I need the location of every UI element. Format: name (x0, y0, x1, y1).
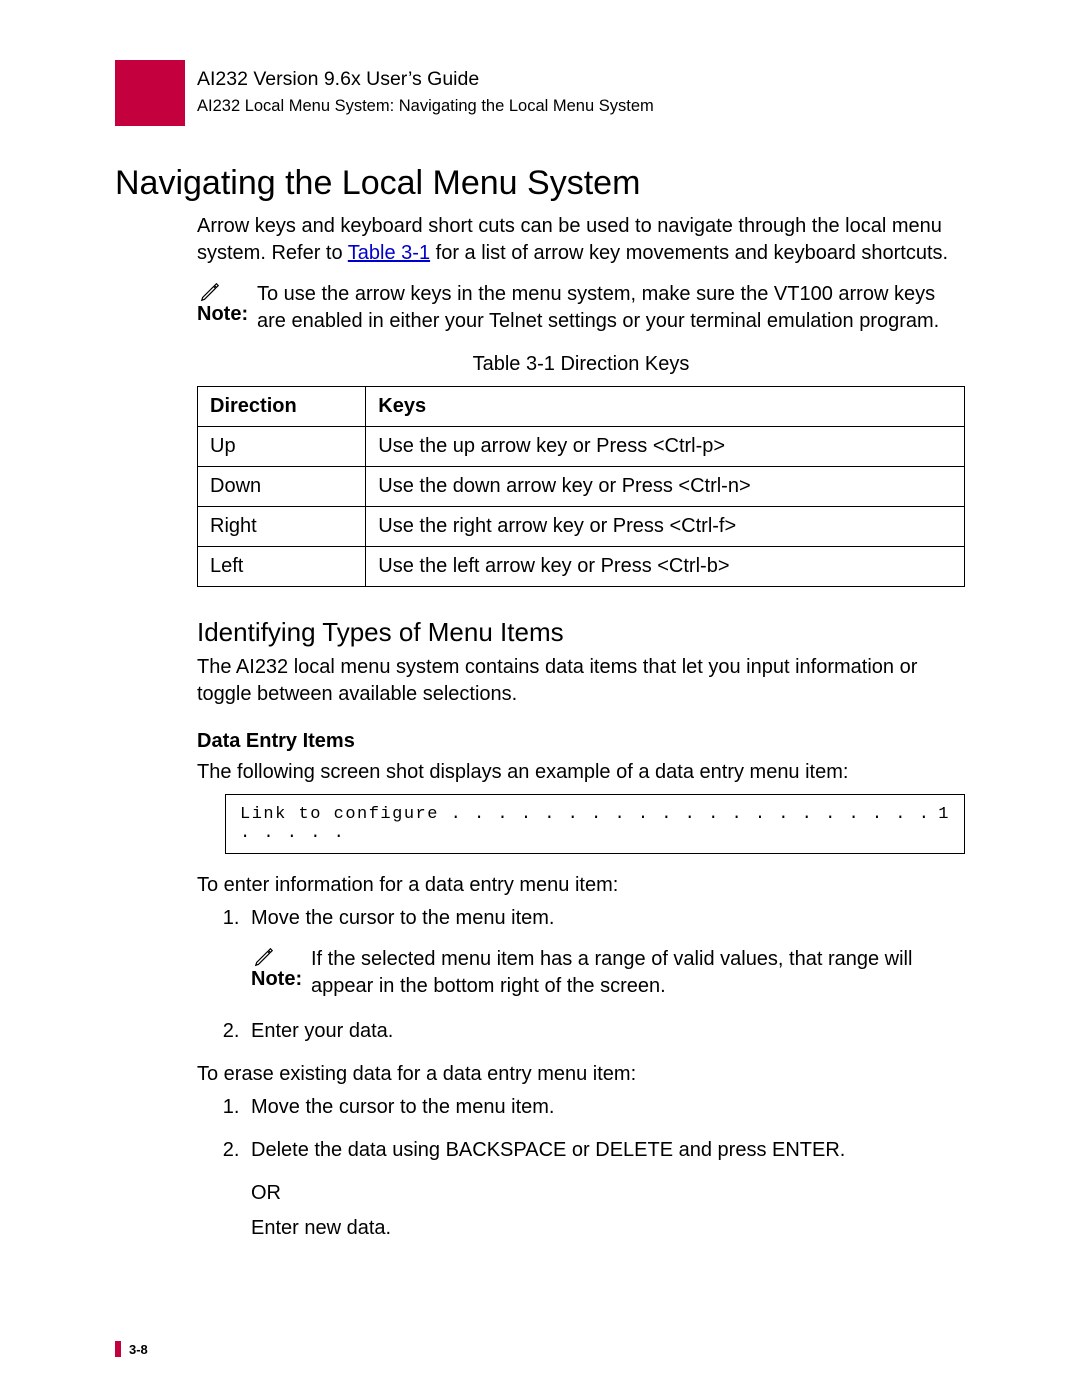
erase-steps-list: Move the cursor to the menu item. Delete… (197, 1094, 965, 1242)
footer-accent-icon (115, 1341, 121, 1357)
page-number: 3-8 (129, 1342, 148, 1357)
table-row: LeftUse the left arrow key or Press <Ctr… (198, 547, 965, 587)
enter-intro: To enter information for a data entry me… (197, 872, 965, 899)
cell-direction: Up (198, 427, 366, 467)
cell-direction: Down (198, 467, 366, 507)
list-item: Enter your data. (245, 1018, 965, 1045)
step-text: Enter your data. (251, 1020, 393, 1042)
section-paragraph: The AI232 local menu system contains dat… (197, 654, 965, 708)
cell-direction: Right (198, 507, 366, 547)
breadcrumb: AI232 Local Menu System: Navigating the … (197, 95, 654, 118)
direction-keys-table: Direction Keys UpUse the up arrow key or… (197, 386, 965, 587)
code-label: Link to configure . . . . . . . . . . . … (240, 805, 938, 843)
page-footer: 3-8 (115, 1341, 148, 1357)
cell-direction: Left (198, 547, 366, 587)
section-heading: Identifying Types of Menu Items (197, 617, 965, 648)
note-label: Note: (197, 303, 248, 325)
list-item: Move the cursor to the menu item. (245, 1094, 965, 1121)
subsection-paragraph: The following screen shot displays an ex… (197, 759, 965, 786)
brand-square-icon (115, 60, 185, 126)
table-header-keys: Keys (366, 387, 965, 427)
cell-keys: Use the right arrow key or Press <Ctrl-f… (366, 507, 965, 547)
doc-title: AI232 Version 9.6x User’s Guide (197, 66, 654, 93)
cell-keys: Use the left arrow key or Press <Ctrl-b> (366, 547, 965, 587)
cell-keys: Use the down arrow key or Press <Ctrl-n> (366, 467, 965, 507)
step-alt: Enter new data. (251, 1215, 965, 1242)
table-link[interactable]: Table 3-1 (348, 242, 430, 264)
note-label: Note: (251, 968, 302, 990)
code-value: 1 (938, 805, 950, 843)
code-example-box: Link to configure . . . . . . . . . . . … (225, 794, 965, 854)
step-or: OR (251, 1180, 965, 1207)
table-row: RightUse the right arrow key or Press <C… (198, 507, 965, 547)
note-block: Note: If the selected menu item has a ra… (251, 946, 965, 1000)
list-item: Move the cursor to the menu item. Note: … (245, 905, 965, 1000)
cell-keys: Use the up arrow key or Press <Ctrl-p> (366, 427, 965, 467)
table-row: UpUse the up arrow key or Press <Ctrl-p> (198, 427, 965, 467)
intro-text-post: for a list of arrow key movements and ke… (430, 242, 948, 264)
pencil-icon (253, 946, 275, 968)
note-text: If the selected menu item has a range of… (311, 946, 965, 1000)
step-text: Move the cursor to the menu item. (251, 1096, 554, 1118)
subsection-heading: Data Entry Items (197, 730, 965, 753)
page-title: Navigating the Local Menu System (115, 164, 965, 203)
erase-intro: To erase existing data for a data entry … (197, 1061, 965, 1088)
note-block: Note: To use the arrow keys in the menu … (197, 281, 965, 335)
table-caption: Table 3-1 Direction Keys (197, 353, 965, 376)
table-row: DownUse the down arrow key or Press <Ctr… (198, 467, 965, 507)
pencil-icon (199, 281, 221, 303)
list-item: Delete the data using BACKSPACE or DELET… (245, 1137, 965, 1242)
step-text: Move the cursor to the menu item. (251, 907, 554, 929)
note-text: To use the arrow keys in the menu system… (257, 281, 965, 335)
step-text: Delete the data using BACKSPACE or DELET… (251, 1139, 845, 1161)
table-header-row: Direction Keys (198, 387, 965, 427)
enter-steps-list: Move the cursor to the menu item. Note: … (197, 905, 965, 1045)
page-header: AI232 Version 9.6x User’s Guide AI232 Lo… (115, 60, 965, 126)
intro-paragraph: Arrow keys and keyboard short cuts can b… (197, 213, 965, 267)
table-header-direction: Direction (198, 387, 366, 427)
